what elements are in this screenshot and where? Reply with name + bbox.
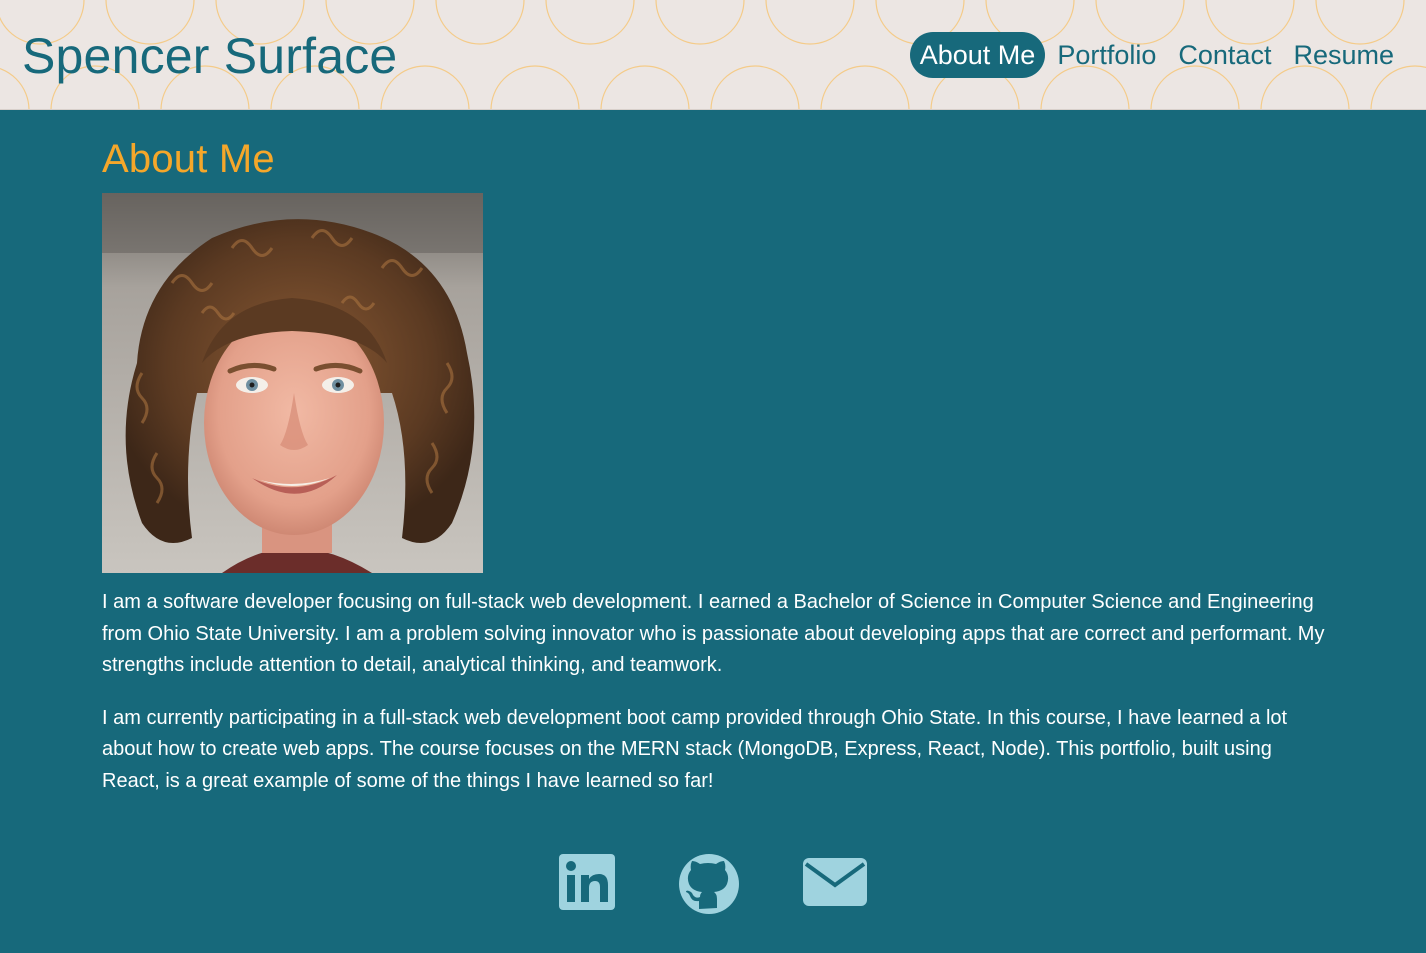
github-icon xyxy=(679,854,739,914)
nav-portfolio[interactable]: Portfolio xyxy=(1047,32,1166,78)
nav-resume[interactable]: Resume xyxy=(1283,32,1404,78)
bio-paragraph-1: I am a software developer focusing on fu… xyxy=(102,591,1325,676)
email-icon xyxy=(803,858,867,906)
site-title[interactable]: Spencer Surface xyxy=(22,26,397,86)
nav-about-me[interactable]: About Me xyxy=(909,32,1046,78)
nav-contact[interactable]: Contact xyxy=(1168,32,1281,78)
site-header: Spencer Surface About Me Portfolio Conta… xyxy=(0,0,1426,110)
about-section: About Me I am a software developer focus… xyxy=(102,111,1332,797)
main-content: About Me I am a software developer focus… xyxy=(0,111,1426,953)
github-link[interactable] xyxy=(677,853,741,920)
email-link[interactable] xyxy=(802,857,868,912)
bio-paragraph-2: I am currently participating in a full-s… xyxy=(102,706,1288,792)
linkedin-link[interactable] xyxy=(558,853,616,916)
main-nav: About Me Portfolio Contact Resume xyxy=(908,32,1404,78)
linkedin-icon xyxy=(559,854,615,910)
social-links xyxy=(558,853,878,915)
section-heading: About Me xyxy=(102,137,275,181)
profile-photo xyxy=(102,193,483,573)
